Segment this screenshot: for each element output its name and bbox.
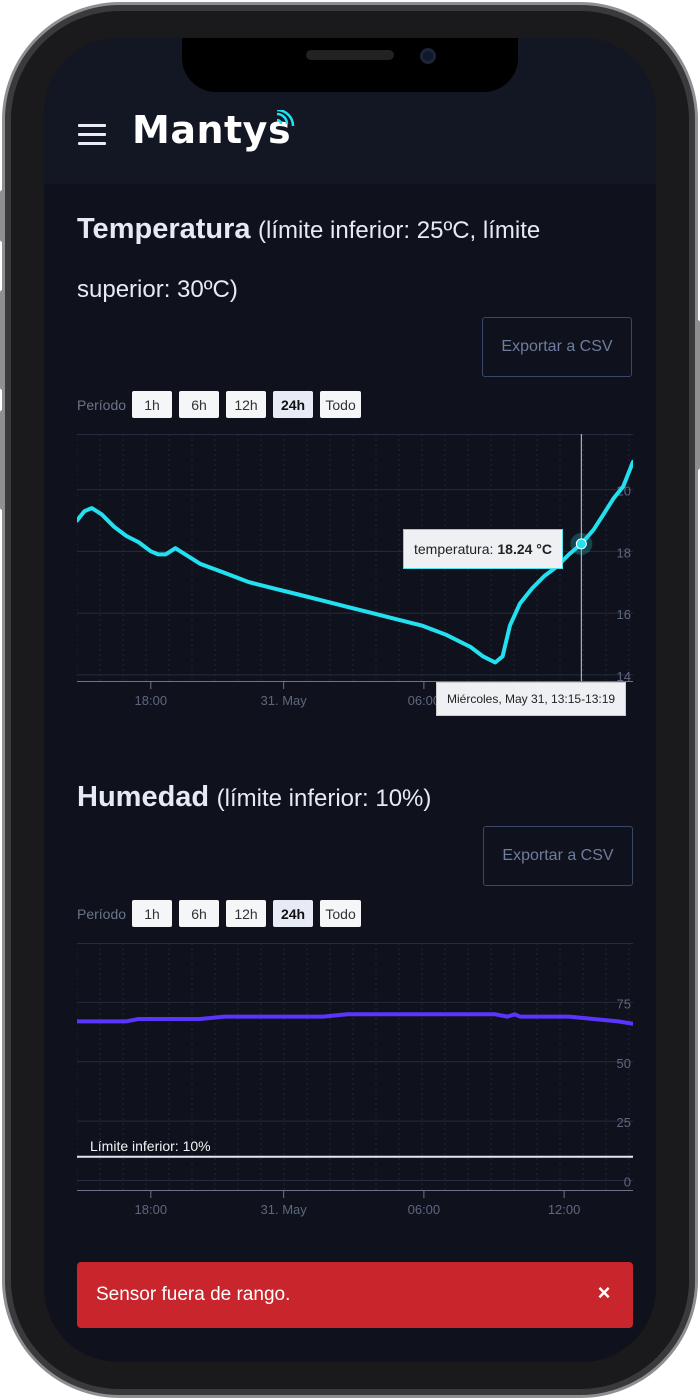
close-icon[interactable]: × <box>595 1282 613 1304</box>
temperature-tooltip: temperatura: 18.24 °C <box>403 529 564 569</box>
x-tick-label: 18:00 <box>135 1202 168 1217</box>
temperature-x-tooltip: Miércoles, May 31, 13:15-13:19 <box>436 682 627 716</box>
temperature-chart-svg: 1416182018:00 31. May 06:00 <box>75 434 635 708</box>
wifi-waves-icon <box>276 110 295 127</box>
humidity-export-csv-button[interactable]: Exportar a CSV <box>483 826 633 886</box>
toast-message: Sensor fuera de rango. <box>96 1284 291 1305</box>
humidity-period-selector: Período 1h 6h 12h 24h Todo <box>77 900 362 927</box>
tooltip-series-name: temperatura: <box>414 541 494 557</box>
period-1h-button[interactable]: 1h <box>132 391 173 418</box>
temperature-period-selector: Período 1h 6h 12h 24h Todo <box>77 391 362 418</box>
hover-point <box>575 538 587 550</box>
humidity-chart-svg: 0 25 50 75 18:00 31. May 06:00 12:00 Límite infe… <box>75 943 635 1217</box>
humidity-title: Humedad (límite inferior: 10%) <box>77 768 637 828</box>
humidity-chart[interactable]: 0 25 50 75 18:00 31. May 06:00 12:00 Límite infe… <box>75 943 635 1223</box>
x-tick-label: 31. May <box>261 1202 308 1217</box>
hamburger-menu-icon[interactable] <box>78 124 106 146</box>
y-tick-label: 25 <box>617 1115 631 1130</box>
mute-switch <box>0 190 5 242</box>
front-camera <box>420 48 436 64</box>
lower-limit-label: Límite inferior: 10% <box>90 1138 211 1154</box>
temperature-chart[interactable]: 14 16 18 20 18:00 31. May 06:00 <box>75 434 635 724</box>
y-tick-label: 50 <box>617 1056 631 1071</box>
x-tick-label: 31. May <box>261 693 308 708</box>
period-24h-button[interactable]: 24h <box>273 900 314 927</box>
temperature-title-line2: superior: 30ºC) <box>77 276 238 303</box>
temperature-title-main: Temperatura <box>77 213 251 245</box>
x-tick-label: 18:00 <box>135 693 168 708</box>
period-6h-button[interactable]: 6h <box>179 391 220 418</box>
temperature-title-limits: (límite inferior: 25ºC, límite <box>258 217 541 244</box>
humidity-title-main: Humedad <box>77 781 210 813</box>
x-tick-label: 12:00 <box>548 1202 581 1217</box>
period-todo-button[interactable]: Todo <box>320 391 362 418</box>
temperature-title: Temperatura (límite inferior: 25ºC, lími… <box>77 200 637 319</box>
series-line-humedad <box>75 1012 635 1026</box>
period-label: Período <box>77 396 127 413</box>
period-1h-button[interactable]: 1h <box>132 900 173 927</box>
period-label: Período <box>77 905 127 922</box>
humidity-title-limits: (límite inferior: 10%) <box>216 785 432 812</box>
y-tick-label: 0 <box>624 1175 631 1190</box>
period-12h-button[interactable]: 12h <box>226 900 267 927</box>
power-button <box>695 320 700 470</box>
speaker-grille <box>306 50 394 60</box>
period-6h-button[interactable]: 6h <box>179 900 220 927</box>
error-toast: Sensor fuera de rango. × <box>77 1262 633 1328</box>
period-24h-button[interactable]: 24h <box>273 391 314 418</box>
y-tick-label: 75 <box>617 996 631 1011</box>
temperature-export-csv-button[interactable]: Exportar a CSV <box>482 317 632 377</box>
tooltip-value: 18.24 °C <box>497 541 553 557</box>
volume-down-button <box>0 410 5 510</box>
volume-up-button <box>0 290 5 390</box>
y-tick-label: 18 <box>617 545 631 560</box>
y-tick-label: 16 <box>617 607 631 622</box>
period-12h-button[interactable]: 12h <box>226 391 267 418</box>
x-tick-label: 06:00 <box>408 1202 441 1217</box>
app-logo[interactable]: Mantys <box>132 108 291 152</box>
phone-notch <box>182 38 518 92</box>
period-todo-button[interactable]: Todo <box>320 900 362 927</box>
app-screen: Mantys Temperatura (límite inferior: 25º… <box>44 38 656 1362</box>
